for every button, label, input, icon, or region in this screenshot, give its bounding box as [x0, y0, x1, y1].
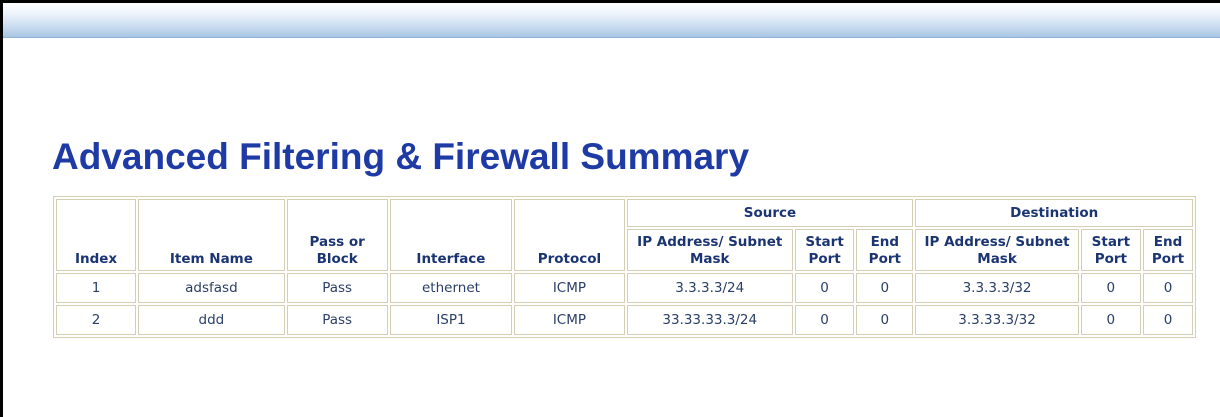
page-title: Advanced Filtering & Firewall Summary	[52, 136, 750, 177]
cell-protocol: ICMP	[514, 273, 625, 303]
cell-interface: ISP1	[389, 305, 513, 335]
header-destination-start-port: Start Port	[1080, 229, 1141, 271]
header-interface: Interface	[389, 199, 513, 271]
cell-destination-ip: 3.3.33.3/32	[915, 305, 1079, 335]
cell-source-start-port: 0	[794, 273, 855, 303]
header-source-ip: IP Address/ Subnet Mask	[626, 229, 793, 271]
header-item-name: Item Name	[138, 199, 285, 271]
cell-interface: ethernet	[389, 273, 513, 303]
cell-source-end-port: 0	[856, 273, 914, 303]
cell-pass-or-block: Pass	[286, 273, 388, 303]
cell-source-end-port: 0	[856, 305, 914, 335]
cell-source-ip: 3.3.3.3/24	[626, 273, 793, 303]
cell-protocol: ICMP	[514, 305, 625, 335]
cell-destination-ip: 3.3.3.3/32	[915, 273, 1079, 303]
cell-destination-end-port: 0	[1143, 273, 1193, 303]
header-index: Index	[56, 199, 137, 271]
header-source-start-port: Start Port	[794, 229, 855, 271]
header-source: Source	[626, 199, 914, 227]
cell-destination-end-port: 0	[1143, 305, 1193, 335]
header-destination-end-port: End Port	[1143, 229, 1193, 271]
header-protocol: Protocol	[514, 199, 625, 271]
cell-item-name: adsfasd	[138, 273, 285, 303]
table-row: 1 adsfasd Pass ethernet ICMP 3.3.3.3/24 …	[56, 273, 1193, 303]
cell-source-start-port: 0	[794, 305, 855, 335]
cell-pass-or-block: Pass	[286, 305, 388, 335]
cell-destination-start-port: 0	[1080, 273, 1141, 303]
cell-item-name: ddd	[138, 305, 285, 335]
cell-destination-start-port: 0	[1080, 305, 1141, 335]
firewall-summary-table: Index Item Name Pass or Block Interface …	[53, 196, 1196, 338]
header-destination: Destination	[915, 199, 1193, 227]
header-source-end-port: End Port	[856, 229, 914, 271]
top-banner	[3, 3, 1220, 38]
cell-index: 1	[56, 273, 137, 303]
cell-source-ip: 33.33.33.3/24	[626, 305, 793, 335]
header-pass-or-block: Pass or Block	[286, 199, 388, 271]
header-destination-ip: IP Address/ Subnet Mask	[915, 229, 1079, 271]
cell-index: 2	[56, 305, 137, 335]
table-row: 2 ddd Pass ISP1 ICMP 33.33.33.3/24 0 0 3…	[56, 305, 1193, 335]
